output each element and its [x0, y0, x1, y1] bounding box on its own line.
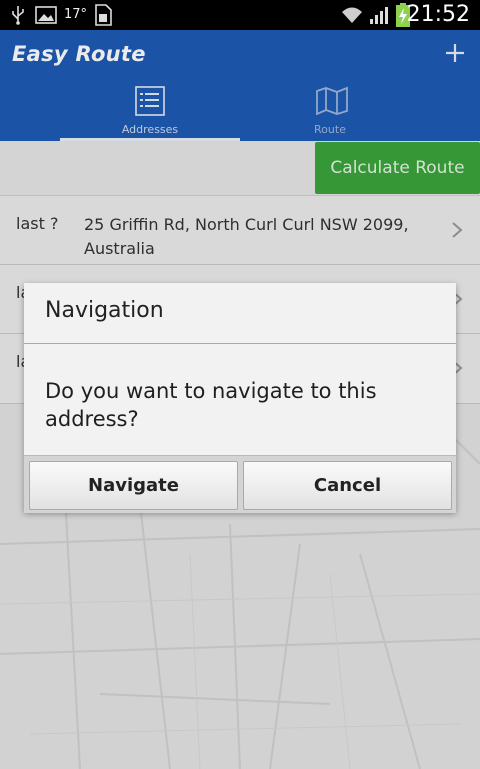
navigation-dialog: Navigation Do you want to navigate to th… — [24, 283, 456, 513]
signal-icon — [368, 0, 392, 30]
dialog-title: Navigation — [45, 298, 164, 323]
clock-text: 21:52 — [406, 2, 470, 27]
cancel-button[interactable]: Cancel — [243, 461, 452, 510]
dialog-button-bar: Navigate Cancel — [24, 455, 456, 513]
image-icon — [34, 0, 58, 30]
sim-icon — [92, 0, 114, 30]
navigate-button[interactable]: Navigate — [29, 461, 238, 510]
wifi-icon — [340, 0, 364, 30]
temperature-text: 17° — [64, 7, 88, 22]
status-bar: 17° 21:52 — [0, 0, 480, 30]
usb-icon — [8, 0, 28, 30]
dialog-message: Do you want to navigate to this address? — [45, 379, 377, 431]
dialog-title-bar: Navigation — [24, 283, 456, 344]
